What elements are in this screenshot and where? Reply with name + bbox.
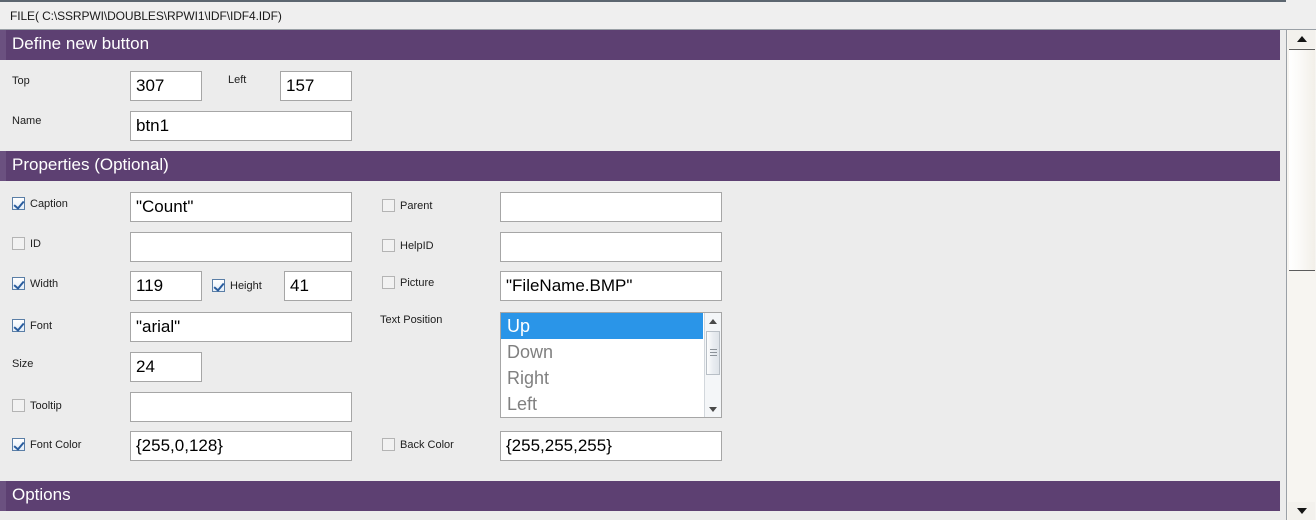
input-back-color[interactable]: {255,255,255} [500,431,722,461]
section-header-properties: Properties (Optional) [0,151,1280,181]
section-header-define-new-button: Define new button [0,30,1280,60]
file-path-text: FILE( C:\SSRPWI\DOUBLES\RPWI1\IDF\IDF4.I… [10,9,282,23]
label-picture: Picture [400,276,435,289]
input-font-color[interactable]: {255,0,128} [130,431,352,461]
page-scroll-up-button[interactable] [1288,30,1315,48]
define-button-form-window: FILE( C:\SSRPWI\DOUBLES\RPWI1\IDF\IDF4.I… [0,0,1316,520]
label-parent: Parent [400,199,433,212]
listbox-scroll-up-button[interactable] [705,313,721,329]
label-back-color: Back Color [400,438,454,451]
label-tooltip: Tooltip [30,399,62,412]
input-font[interactable]: "arial" [130,312,352,342]
label-top: Top [12,75,30,87]
input-width[interactable]: 119 [130,271,202,301]
listbox-scroll-thumb[interactable] [706,331,720,375]
list-item-down[interactable]: Down [501,339,703,365]
checkbox-parent[interactable] [382,199,395,212]
grip-lines-icon [710,349,717,358]
input-top[interactable]: 307 [130,71,202,101]
checkbox-font-color[interactable] [12,438,25,451]
form-scroll-area: Define new button Top 307 Left 157 Name … [0,30,1286,520]
checkbox-row-back-color[interactable]: Back Color [382,438,454,451]
checkbox-row-picture[interactable]: Picture [382,276,434,289]
input-parent[interactable] [500,192,722,222]
label-text-position: Text Position [380,314,443,326]
page-vertical-scrollbar[interactable] [1286,30,1316,520]
label-name: Name [12,115,42,127]
checkbox-font[interactable] [12,319,25,332]
input-name[interactable]: btn1 [130,111,352,141]
checkbox-row-width[interactable]: Width [12,277,58,290]
checkbox-caption[interactable] [12,197,25,210]
checkbox-row-tooltip[interactable]: Tooltip [12,399,62,412]
section-title-define-new-button: Define new button [12,34,150,53]
checkbox-id[interactable] [12,237,25,250]
file-path-bar: FILE( C:\SSRPWI\DOUBLES\RPWI1\IDF\IDF4.I… [0,0,1316,30]
listbox-items: Up Down Right Left [501,313,703,417]
checkbox-row-font[interactable]: Font [12,319,52,332]
triangle-down-icon [709,406,717,412]
checkbox-row-help-id[interactable]: HelpID [382,239,434,252]
checkbox-tooltip[interactable] [12,399,25,412]
label-help-id: HelpID [400,239,434,252]
input-help-id[interactable] [500,232,722,262]
list-item-up[interactable]: Up [501,313,703,339]
checkbox-height[interactable] [212,279,225,292]
input-height[interactable]: 41 [284,271,352,301]
label-id: ID [30,237,41,250]
section-title-options: Options [12,485,71,504]
checkbox-row-height[interactable]: Height [212,279,262,292]
listbox-text-position[interactable]: Up Down Right Left [500,312,722,418]
input-caption[interactable]: "Count" [130,192,352,222]
input-id[interactable] [130,232,352,262]
page-scroll-thumb[interactable] [1289,49,1315,271]
listbox-scrollbar[interactable] [704,313,721,417]
list-item-right[interactable]: Right [501,365,703,391]
page-scroll-down-button[interactable] [1288,502,1315,520]
triangle-down-icon [1296,508,1307,514]
input-left[interactable]: 157 [280,71,352,101]
checkbox-row-parent[interactable]: Parent [382,199,432,212]
triangle-up-icon [1296,36,1307,42]
checkbox-row-font-color[interactable]: Font Color [12,438,81,451]
section-title-properties: Properties (Optional) [12,155,169,174]
label-caption: Caption [30,197,68,210]
label-left: Left [228,74,247,86]
label-size: Size [12,358,34,370]
label-font: Font [30,319,53,332]
label-width: Width [30,277,59,290]
checkbox-back-color[interactable] [382,438,395,451]
list-item-left[interactable]: Left [501,391,703,417]
section-header-options: Options [0,481,1280,511]
listbox-scroll-down-button[interactable] [705,401,721,417]
label-font-color: Font Color [30,438,82,451]
scrollbar-corner [1286,0,1316,30]
input-size[interactable]: 24 [130,352,202,382]
triangle-up-icon [709,318,717,324]
checkbox-width[interactable] [12,277,25,290]
checkbox-help-id[interactable] [382,239,395,252]
input-tooltip[interactable] [130,392,352,422]
checkbox-row-caption[interactable]: Caption [12,197,68,210]
checkbox-row-id[interactable]: ID [12,237,41,250]
label-height: Height [230,279,262,292]
checkbox-picture[interactable] [382,276,395,289]
input-picture[interactable]: "FileName.BMP" [500,271,722,301]
